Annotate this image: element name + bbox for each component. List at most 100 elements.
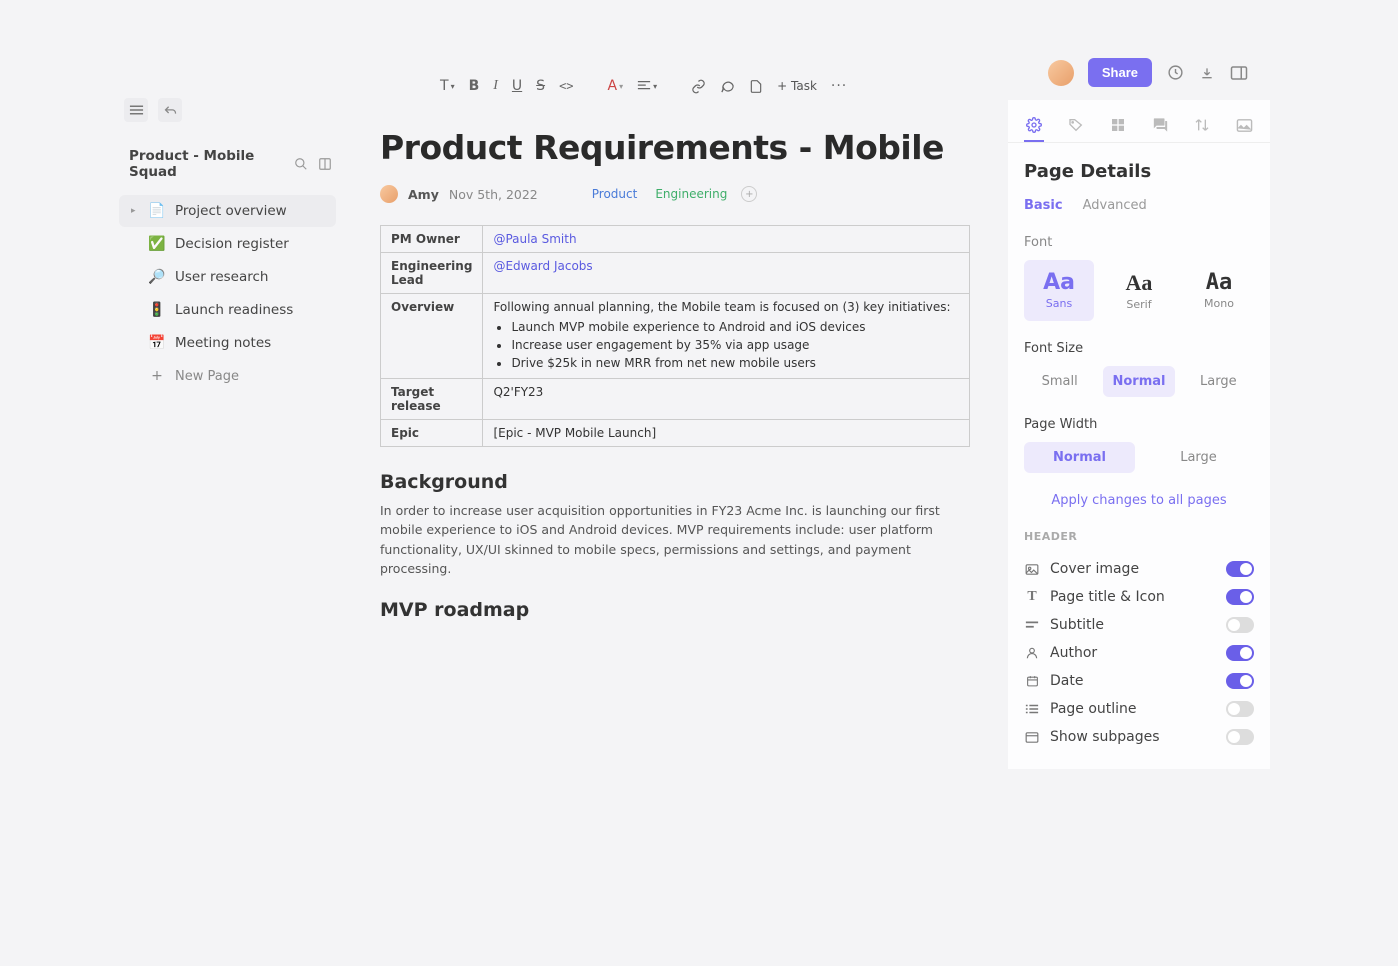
table-row[interactable]: Epic [Epic - MVP Mobile Launch] — [381, 420, 970, 447]
author-name: Amy — [408, 187, 439, 202]
strikethrough-button[interactable]: S — [536, 78, 545, 94]
toggle-label: Subtitle — [1050, 617, 1104, 633]
subtitle-icon — [1024, 620, 1040, 630]
toggle-switch[interactable] — [1226, 701, 1254, 717]
font-size-large[interactable]: Large — [1183, 366, 1254, 397]
subtab-advanced[interactable]: Advanced — [1083, 198, 1147, 217]
sidebar-item-decision-register[interactable]: ✅Decision register — [119, 228, 336, 260]
share-button[interactable]: Share — [1088, 58, 1152, 87]
sidebar-item-user-research[interactable]: 🔎User research — [119, 261, 336, 293]
font-size-label: Font Size — [1024, 341, 1254, 356]
panel-tab-settings[interactable] — [1024, 110, 1044, 142]
panel-tab-comments[interactable] — [1150, 110, 1170, 142]
toggle-label: Page title & Icon — [1050, 589, 1165, 605]
nav-item-label: User research — [175, 269, 268, 285]
nav-item-label: Launch readiness — [175, 302, 293, 318]
history-icon[interactable] — [1166, 64, 1184, 82]
apply-changes-link[interactable]: Apply changes to all pages — [1024, 493, 1254, 508]
table-row[interactable]: Engineering Lead @Edward Jacobs — [381, 253, 970, 294]
panel-tab-image[interactable] — [1234, 110, 1254, 142]
nav-item-label: Decision register — [175, 236, 289, 252]
underline-button[interactable]: U — [512, 78, 522, 94]
sidebar-item-launch-readiness[interactable]: 🚦 Launch readiness — [119, 294, 336, 326]
panel-tab-sort[interactable] — [1192, 110, 1212, 142]
text-color-button[interactable]: A ▾ — [608, 78, 624, 94]
cell-value: Q2'FY23 — [483, 379, 970, 420]
section-heading-background[interactable]: Background — [380, 471, 970, 493]
nav-item-icon: 🚦 — [149, 302, 165, 318]
toggle-switch[interactable] — [1226, 673, 1254, 689]
page-title[interactable]: Product Requirements - Mobile — [380, 128, 970, 167]
page-width-label: Page Width — [1024, 417, 1254, 432]
overview-bullet: Launch MVP mobile experience to Android … — [511, 318, 959, 336]
mention[interactable]: @Edward Jacobs — [493, 259, 592, 273]
sidebar: Product - Mobile Squad ▸📄Project overvie… — [115, 140, 340, 393]
attach-button[interactable] — [749, 79, 763, 94]
toggle-switch[interactable] — [1226, 561, 1254, 577]
more-options-button[interactable]: ··· — [831, 78, 847, 94]
search-icon[interactable] — [294, 157, 308, 171]
nav-item-label: Meeting notes — [175, 335, 271, 351]
sidebar-collapse-icon[interactable] — [124, 98, 148, 122]
font-option-sans[interactable]: AaSans — [1024, 260, 1094, 321]
font-size-small[interactable]: Small — [1024, 366, 1095, 397]
toggle-label: Show subpages — [1050, 729, 1160, 745]
font-option-serif[interactable]: AaSerif — [1104, 260, 1174, 321]
author-avatar[interactable] — [380, 185, 398, 203]
toggle-switch[interactable] — [1226, 729, 1254, 745]
subtab-basic[interactable]: Basic — [1024, 198, 1063, 217]
background-body[interactable]: In order to increase user acquisition op… — [380, 501, 970, 579]
page-date: Nov 5th, 2022 — [449, 187, 538, 202]
table-row[interactable]: PM Owner @Paula Smith — [381, 226, 970, 253]
new-page-label: New Page — [175, 369, 239, 384]
table-row[interactable]: Overview Following annual planning, the … — [381, 294, 970, 379]
font-size-normal[interactable]: Normal — [1103, 366, 1174, 397]
mention[interactable]: @Paula Smith — [493, 232, 576, 246]
date-icon — [1024, 674, 1040, 688]
add-task-button[interactable]: + Task — [777, 79, 817, 93]
align-button[interactable]: ▾ — [637, 80, 657, 92]
export-icon[interactable] — [1198, 64, 1216, 82]
sidebar-item-project-overview[interactable]: ▸📄Project overview — [119, 195, 336, 227]
header-section-label: HEADER — [1024, 530, 1254, 543]
cell-key: PM Owner — [381, 226, 483, 253]
page-details-panel: Page Details Basic Advanced Font AaSansA… — [1008, 100, 1270, 769]
toggle-switch[interactable] — [1226, 617, 1254, 633]
page-width-normal[interactable]: Normal — [1024, 442, 1135, 473]
sidebar-item-meeting-notes[interactable]: 📅 Meeting notes — [119, 327, 336, 359]
toggle-switch[interactable] — [1226, 589, 1254, 605]
cell-key: Epic — [381, 420, 483, 447]
tag-engineering[interactable]: Engineering — [651, 185, 731, 203]
cell-value: [Epic - MVP Mobile Launch] — [483, 420, 970, 447]
subpages-icon — [1024, 731, 1040, 744]
columns-icon[interactable] — [318, 157, 332, 171]
panel-tab-layout[interactable] — [1108, 110, 1128, 142]
user-avatar[interactable] — [1048, 60, 1074, 86]
table-row[interactable]: Target release Q2'FY23 — [381, 379, 970, 420]
cell-key: Engineering Lead — [381, 253, 483, 294]
toggle-label: Author — [1050, 645, 1097, 661]
main-content: Product Requirements - Mobile Amy Nov 5t… — [380, 128, 970, 629]
font-option-mono[interactable]: AaMono — [1184, 260, 1254, 321]
new-page-button[interactable]: + New Page — [119, 360, 336, 392]
add-tag-button[interactable]: + — [741, 186, 757, 202]
formatting-toolbar: T ▾ B I U S <> A ▾ ▾ + Task ··· — [440, 78, 847, 94]
undo-button[interactable] — [158, 98, 182, 122]
bold-button[interactable]: B — [469, 78, 480, 94]
section-heading-roadmap[interactable]: MVP roadmap — [380, 599, 970, 621]
image-icon — [1024, 563, 1040, 576]
panel-toggle-icon[interactable] — [1230, 64, 1248, 82]
panel-tab-tag[interactable] — [1066, 110, 1086, 142]
text-style-menu[interactable]: T ▾ — [440, 78, 455, 94]
font-label: Font — [1024, 235, 1254, 250]
comment-button[interactable] — [720, 79, 735, 94]
italic-button[interactable]: I — [493, 78, 498, 94]
nav-item-icon: 📅 — [149, 335, 165, 351]
code-button[interactable]: <> — [559, 79, 573, 93]
link-button[interactable] — [691, 79, 706, 94]
tag-product[interactable]: Product — [588, 185, 642, 203]
outline-icon — [1024, 703, 1040, 715]
nav-item-label: Project overview — [175, 203, 287, 219]
page-width-large[interactable]: Large — [1143, 442, 1254, 473]
toggle-switch[interactable] — [1226, 645, 1254, 661]
